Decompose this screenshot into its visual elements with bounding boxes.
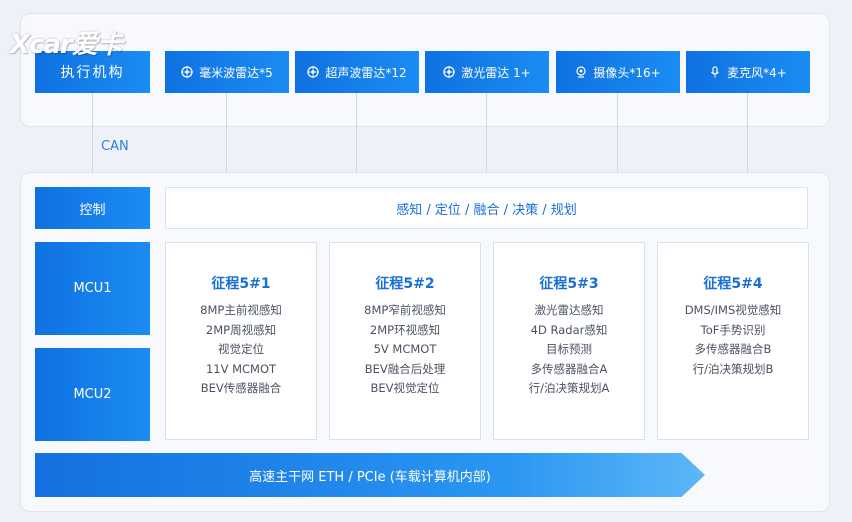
chip-function: 目标预测 — [546, 342, 592, 356]
connector-line — [747, 93, 748, 172]
camera-icon — [575, 66, 587, 78]
chip-function: 行/泊决策规划A — [528, 381, 610, 395]
chip-function: 激光雷达感知 — [534, 303, 604, 317]
chip-function: 8MP窄前视感知 — [364, 303, 446, 317]
mcu2-block: MCU2 — [35, 348, 150, 441]
control-block: 控制 — [35, 187, 150, 229]
sensor-microphone: 麦克风*4+ — [686, 51, 810, 93]
sensor-mmwave-radar: 毫米波雷达*5 — [165, 51, 289, 93]
ethernet-backbone-arrow: 高速主干网 ETH / PCIe (车载计算机内部) — [35, 453, 705, 497]
connector-line — [486, 93, 487, 172]
chip-function: DMS/IMS视觉感知 — [684, 303, 782, 317]
radar-icon — [181, 66, 194, 78]
mcu1-block: MCU1 — [35, 242, 150, 335]
chip-function: 多传感器融合A — [530, 361, 608, 376]
chip-title: 征程5#3 — [539, 276, 599, 292]
xcar-logo: Xcar爱卡 — [10, 30, 123, 60]
chip-function: 行/泊决策规划B — [692, 361, 774, 376]
chip-function: 5V MCMOT — [373, 342, 437, 356]
sensor-label: 摄像头*16+ — [593, 65, 661, 80]
radar-icon — [307, 66, 320, 78]
radar-icon — [443, 66, 456, 78]
chip-title: 征程5#2 — [375, 276, 435, 292]
chip-function: 视觉定位 — [218, 342, 264, 356]
connector-line — [617, 93, 618, 172]
sensor-label: 激光雷达 1+ — [461, 65, 531, 80]
perception-pipeline-bar: 感知 / 定位 / 融合 / 决策 / 规划 — [165, 187, 808, 229]
chip-card: 征程5#4 DMS/IMS视觉感知 ToF手势识别 多传感器融合B 行/泊决策规… — [657, 242, 809, 440]
chip-card: 征程5#2 8MP窄前视感知 2MP环视感知 5V MCMOT BEV融合后处理… — [329, 242, 481, 440]
connector-line — [226, 93, 227, 172]
chip-function: 8MP主前视感知 — [200, 303, 282, 317]
chip-function: BEV融合后处理 — [364, 361, 446, 376]
chip-title: 征程5#1 — [211, 276, 271, 292]
sensor-ultrasonic-radar: 超声波雷达*12 — [295, 51, 419, 93]
sensor-camera: 摄像头*16+ — [556, 51, 680, 93]
can-connector-line — [92, 93, 93, 172]
connector-line — [356, 93, 357, 172]
chip-function: 11V MCMOT — [205, 361, 277, 376]
chip-card: 征程5#1 8MP主前视感知 2MP周视感知 视觉定位 11V MCMOT BE… — [165, 242, 317, 440]
chip-card: 征程5#3 激光雷达感知 4D Radar感知 目标预测 多传感器融合A 行/泊… — [493, 242, 645, 440]
chip-function: BEV视觉定位 — [370, 381, 440, 395]
chip-title: 征程5#4 — [703, 276, 763, 292]
sensor-label: 毫米波雷达*5 — [199, 65, 273, 80]
chip-function: BEV传感器融合 — [200, 381, 282, 395]
chip-function: 4D Radar感知 — [530, 322, 608, 337]
sensor-lidar: 激光雷达 1+ — [425, 51, 549, 93]
sensor-label: 超声波雷达*12 — [325, 65, 407, 80]
chip-function: 多传感器融合B — [694, 342, 772, 356]
chip-function: 2MP环视感知 — [369, 322, 441, 337]
chip-function: 2MP周视感知 — [205, 322, 277, 337]
can-bus-label: CAN — [101, 139, 129, 154]
sensor-label: 麦克风*4+ — [727, 65, 787, 80]
chip-function: ToF手势识别 — [700, 322, 766, 337]
microphone-icon — [709, 66, 721, 78]
